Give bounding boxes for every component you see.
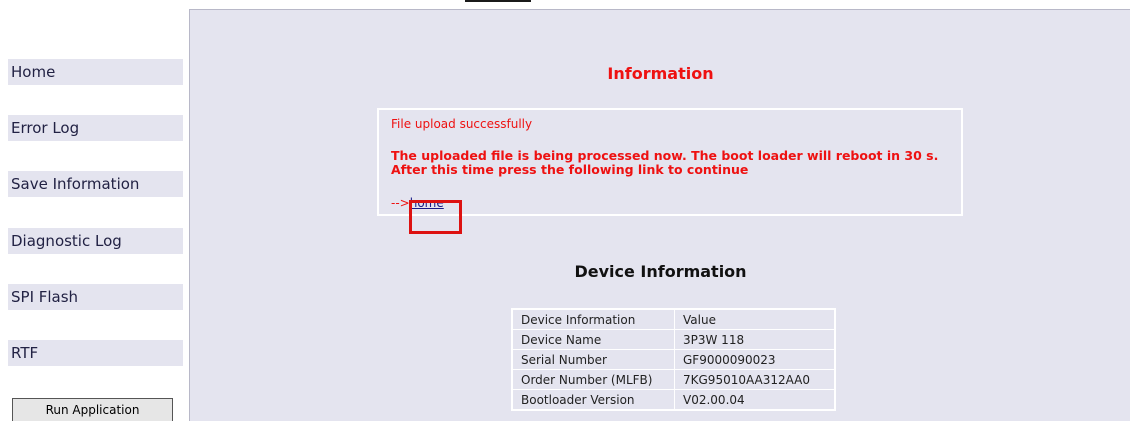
sidebar-item-save-information[interactable]: Save Information xyxy=(8,171,183,197)
table-cell-label: Serial Number xyxy=(511,349,675,370)
sidebar-item-diagnostic-log[interactable]: Diagnostic Log xyxy=(8,228,183,254)
processing-line-1: The uploaded file is being processed now… xyxy=(391,148,939,163)
processing-message: The uploaded file is being processed now… xyxy=(391,149,938,177)
device-information-table: Device Information Value Device Name 3P3… xyxy=(511,308,836,411)
table-cell-value: GF9000090023 xyxy=(674,349,836,370)
run-application-button[interactable]: Run Application xyxy=(12,398,173,421)
table-cell-value: 7KG95010AA312AA0 xyxy=(674,369,836,390)
table-row: Order Number (MLFB) 7KG95010AA312AA0 xyxy=(511,369,836,390)
continue-link-row: -->home xyxy=(391,196,444,210)
table-header-cell: Device Information xyxy=(511,308,675,330)
table-cell-label: Order Number (MLFB) xyxy=(511,369,675,390)
table-row: Bootloader Version V02.00.04 xyxy=(511,389,836,411)
sidebar: Home Error Log Save Information Diagnost… xyxy=(0,0,188,421)
table-cell-value: V02.00.04 xyxy=(674,389,836,411)
device-information-title: Device Information xyxy=(574,262,747,281)
arrow-text: --> xyxy=(391,196,410,210)
table-cell-label: Bootloader Version xyxy=(511,389,675,411)
main-panel: Information File upload successfully The… xyxy=(189,9,1130,421)
sidebar-item-rtf[interactable]: RTF xyxy=(8,340,183,366)
sidebar-item-spi-flash[interactable]: SPI Flash xyxy=(8,284,183,310)
table-row: Device Name 3P3W 118 xyxy=(511,329,836,350)
table-header-cell: Value xyxy=(674,308,836,330)
upload-status-text: File upload successfully xyxy=(391,117,533,131)
sidebar-item-error-log[interactable]: Error Log xyxy=(8,115,183,141)
table-header-row: Device Information Value xyxy=(511,308,836,330)
table-cell-label: Device Name xyxy=(511,329,675,350)
top-bar-mark xyxy=(465,0,531,2)
processing-line-2: After this time press the following link… xyxy=(391,162,749,177)
message-box: File upload successfully The uploaded fi… xyxy=(377,108,963,216)
sidebar-item-home[interactable]: Home xyxy=(8,59,183,85)
home-link[interactable]: home xyxy=(410,196,444,210)
page-title: Information xyxy=(607,64,714,83)
table-row: Serial Number GF9000090023 xyxy=(511,349,836,370)
table-cell-value: 3P3W 118 xyxy=(674,329,836,350)
